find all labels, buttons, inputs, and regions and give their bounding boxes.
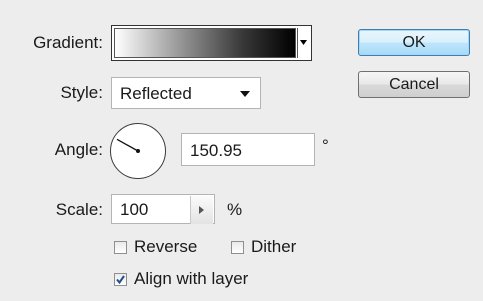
gradient-swatch[interactable]	[114, 28, 296, 58]
percent-unit: %	[227, 200, 243, 219]
angle-value: 150.95	[190, 141, 242, 160]
style-label: Style:	[60, 83, 103, 102]
dither-checkbox[interactable]	[231, 241, 244, 254]
check-mark-icon	[116, 275, 125, 285]
gradient-picker[interactable]	[111, 25, 312, 61]
style-select[interactable]: Reflected	[111, 77, 261, 109]
ok-button[interactable]: OK	[358, 29, 470, 56]
chevron-right-icon	[199, 206, 204, 214]
gradient-label: Gradient:	[33, 33, 103, 52]
degree-unit: °	[322, 136, 329, 155]
cancel-button[interactable]: Cancel	[358, 71, 470, 98]
angle-dial-needle	[116, 138, 140, 153]
reverse-checkbox[interactable]	[114, 241, 127, 254]
scale-slider-button[interactable]	[190, 196, 213, 224]
align-with-layer-checkbox[interactable]	[114, 273, 127, 286]
scale-value: 100	[120, 200, 149, 219]
style-select-value: Reflected	[120, 84, 192, 103]
angle-input[interactable]: 150.95	[181, 133, 315, 166]
chevron-down-icon	[300, 40, 307, 45]
dither-label: Dither	[251, 237, 297, 256]
chevron-down-icon	[240, 91, 250, 97]
gradient-dropdown-button[interactable]	[297, 28, 309, 58]
reverse-label: Reverse	[134, 237, 198, 256]
scale-input[interactable]: 100	[111, 194, 215, 224]
angle-dial[interactable]	[110, 123, 166, 179]
angle-label: Angle:	[54, 140, 103, 159]
scale-label: Scale:	[55, 200, 103, 219]
align-with-layer-label: Align with layer	[134, 269, 249, 288]
